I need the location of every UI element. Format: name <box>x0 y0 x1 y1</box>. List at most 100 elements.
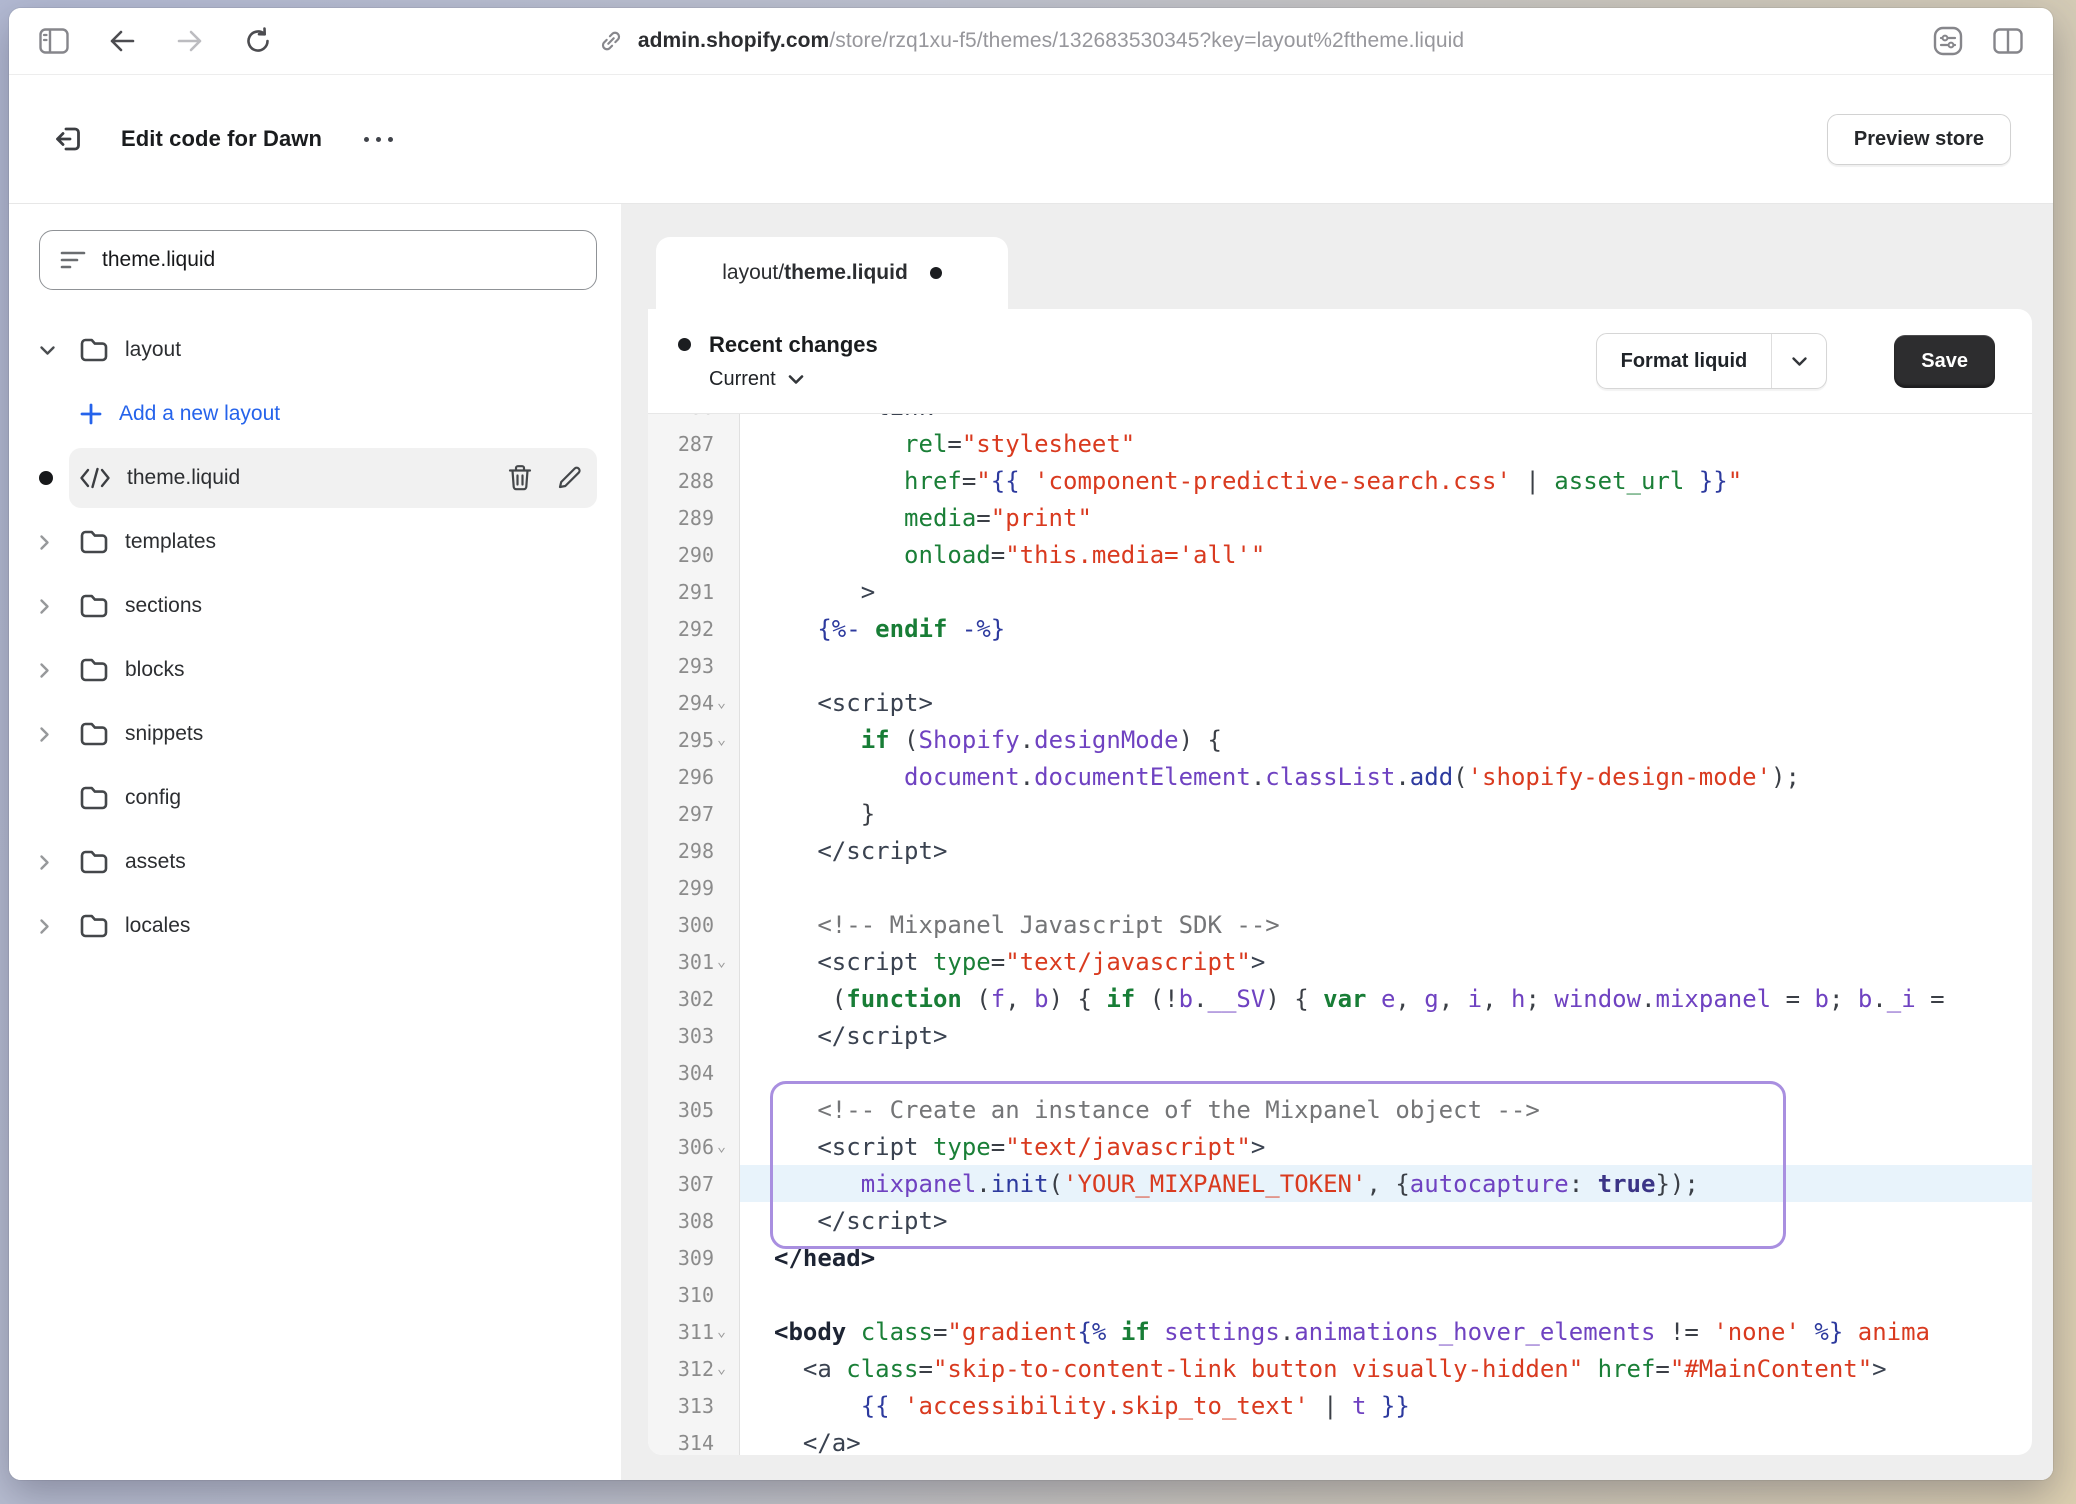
line-number-300[interactable]: 300 <box>648 906 740 943</box>
fold-toggle-icon[interactable]: ⌄ <box>714 1361 739 1376</box>
chevron-slot[interactable] <box>39 726 69 743</box>
code-line-287[interactable]: 287 rel="stylesheet" <box>648 425 2032 462</box>
sidebar-item-assets[interactable]: assets <box>39 830 597 894</box>
line-number-311[interactable]: 311⌄ <box>648 1313 740 1350</box>
code-content[interactable]: } <box>740 795 2032 832</box>
tree-row-content[interactable]: templates <box>69 512 597 572</box>
chevron-slot[interactable] <box>39 854 69 871</box>
format-liquid-button[interactable]: Format liquid <box>1596 333 1828 389</box>
sidebar-toggle-icon[interactable] <box>37 24 71 58</box>
sidebar-item-locales[interactable]: locales <box>39 894 597 958</box>
format-liquid-menu-button[interactable] <box>1771 334 1826 388</box>
code-content[interactable]: rel="stylesheet" <box>740 425 2032 462</box>
tree-row-content[interactable]: Add a new layout <box>69 384 597 444</box>
code-content[interactable]: <!-- Mixpanel Javascript SDK --> <box>740 906 2032 943</box>
tree-row-content[interactable]: assets <box>69 832 597 892</box>
code-content[interactable]: <script type="text/javascript"> <box>740 1128 2032 1165</box>
sidebar-item-templates[interactable]: templates <box>39 510 597 574</box>
code-content[interactable]: </script> <box>740 832 2032 869</box>
line-number-312[interactable]: 312⌄ <box>648 1350 740 1387</box>
code-line-297[interactable]: 297 } <box>648 795 2032 832</box>
line-number-303[interactable]: 303 <box>648 1017 740 1054</box>
code-line-311[interactable]: 311⌄<body class="gradient{% if settings.… <box>648 1313 2032 1350</box>
code-line-304[interactable]: 304 <box>648 1054 2032 1091</box>
line-number-299[interactable]: 299 <box>648 869 740 906</box>
code-content[interactable]: {{ 'accessibility.skip_to_text' | t }} <box>740 1387 2032 1424</box>
code-line-298[interactable]: 298 </script> <box>648 832 2032 869</box>
sidebar-item-theme-liquid[interactable]: theme.liquid <box>39 446 597 510</box>
line-number-294[interactable]: 294⌄ <box>648 684 740 721</box>
code-content[interactable]: <script type="text/javascript"> <box>740 943 2032 980</box>
version-select[interactable]: Current <box>709 368 1596 391</box>
code-content[interactable]: </script> <box>740 1017 2032 1054</box>
code-content[interactable]: > <box>740 573 2032 610</box>
code-content[interactable] <box>740 869 2032 906</box>
fold-toggle-icon[interactable]: ⌄ <box>714 732 739 747</box>
line-number-307[interactable]: 307 <box>648 1165 740 1202</box>
line-number-295[interactable]: 295⌄ <box>648 721 740 758</box>
line-number-289[interactable]: 289 <box>648 499 740 536</box>
code-content[interactable] <box>740 647 2032 684</box>
code-line-307[interactable]: 307 mixpanel.init('YOUR_MIXPANEL_TOKEN',… <box>648 1165 2032 1202</box>
chevron-slot[interactable] <box>39 534 69 551</box>
tree-row-content[interactable]: snippets <box>69 704 597 764</box>
code-content[interactable]: <link <box>740 414 2032 425</box>
chevron-slot[interactable] <box>39 345 69 356</box>
line-number-310[interactable]: 310 <box>648 1276 740 1313</box>
code-content[interactable]: </a> <box>740 1424 2032 1455</box>
code-content[interactable]: <!-- Create an instance of the Mixpanel … <box>740 1091 2032 1128</box>
tree-row-content[interactable]: sections <box>69 576 597 636</box>
tab-theme-liquid[interactable]: layout/theme.liquid <box>656 237 1008 309</box>
code-line-291[interactable]: 291 > <box>648 573 2032 610</box>
code-line-293[interactable]: 293 <box>648 647 2032 684</box>
rename-icon[interactable] <box>555 464 583 492</box>
tree-row-content[interactable]: config <box>69 768 597 828</box>
code-line-310[interactable]: 310 <box>648 1276 2032 1313</box>
chevron-slot[interactable] <box>39 662 69 679</box>
code-content[interactable]: </script> <box>740 1202 2032 1239</box>
line-number-290[interactable]: 290 <box>648 536 740 573</box>
code-content[interactable]: media="print" <box>740 499 2032 536</box>
code-content[interactable]: (function (f, b) { if (!b.__SV) { var e,… <box>740 980 2032 1017</box>
code-line-286[interactable]: 286 <link <box>648 414 2032 425</box>
sidebar-item-layout[interactable]: layout <box>39 318 597 382</box>
code-line-288[interactable]: 288 href="{{ 'component-predictive-searc… <box>648 462 2032 499</box>
line-number-301[interactable]: 301⌄ <box>648 943 740 980</box>
code-editor[interactable]: 286 <link287 rel="stylesheet"288 href="{… <box>648 414 2032 1455</box>
fold-toggle-icon[interactable]: ⌄ <box>714 1324 739 1339</box>
more-actions-button[interactable] <box>358 131 399 148</box>
file-search-input[interactable]: theme.liquid <box>39 230 597 290</box>
code-line-294[interactable]: 294⌄ <script> <box>648 684 2032 721</box>
code-content[interactable]: if (Shopify.designMode) { <box>740 721 2032 758</box>
code-content[interactable] <box>740 1054 2032 1091</box>
line-number-308[interactable]: 308 <box>648 1202 740 1239</box>
tree-row-content[interactable]: blocks <box>69 640 597 700</box>
code-line-312[interactable]: 312⌄ <a class="skip-to-content-link butt… <box>648 1350 2032 1387</box>
fold-toggle-icon[interactable]: ⌄ <box>714 1139 739 1154</box>
preview-store-button[interactable]: Preview store <box>1827 114 2011 165</box>
line-number-313[interactable]: 313 <box>648 1387 740 1424</box>
code-content[interactable]: href="{{ 'component-predictive-search.cs… <box>740 462 2032 499</box>
code-line-299[interactable]: 299 <box>648 869 2032 906</box>
back-icon[interactable] <box>105 24 139 58</box>
code-line-301[interactable]: 301⌄ <script type="text/javascript"> <box>648 943 2032 980</box>
delete-icon[interactable] <box>507 464 533 492</box>
forward-icon[interactable] <box>173 24 207 58</box>
code-content[interactable]: <body class="gradient{% if settings.anim… <box>740 1313 2032 1350</box>
line-number-293[interactable]: 293 <box>648 647 740 684</box>
code-line-289[interactable]: 289 media="print" <box>648 499 2032 536</box>
line-number-302[interactable]: 302 <box>648 980 740 1017</box>
add-new-layout-link[interactable]: Add a new layout <box>39 382 597 446</box>
line-number-288[interactable]: 288 <box>648 462 740 499</box>
code-content[interactable]: onload="this.media='all'" <box>740 536 2032 573</box>
address-bar[interactable]: admin.shopify.com/store/rzq1xu-f5/themes… <box>9 28 2053 54</box>
reload-icon[interactable] <box>241 24 275 58</box>
split-view-icon[interactable] <box>1991 24 2025 58</box>
code-content[interactable] <box>740 1276 2032 1313</box>
code-line-302[interactable]: 302 (function (f, b) { if (!b.__SV) { va… <box>648 980 2032 1017</box>
tree-row-content[interactable]: theme.liquid <box>69 448 597 508</box>
line-number-304[interactable]: 304 <box>648 1054 740 1091</box>
line-number-296[interactable]: 296 <box>648 758 740 795</box>
code-line-300[interactable]: 300 <!-- Mixpanel Javascript SDK --> <box>648 906 2032 943</box>
code-line-309[interactable]: 309</head> <box>648 1239 2032 1276</box>
